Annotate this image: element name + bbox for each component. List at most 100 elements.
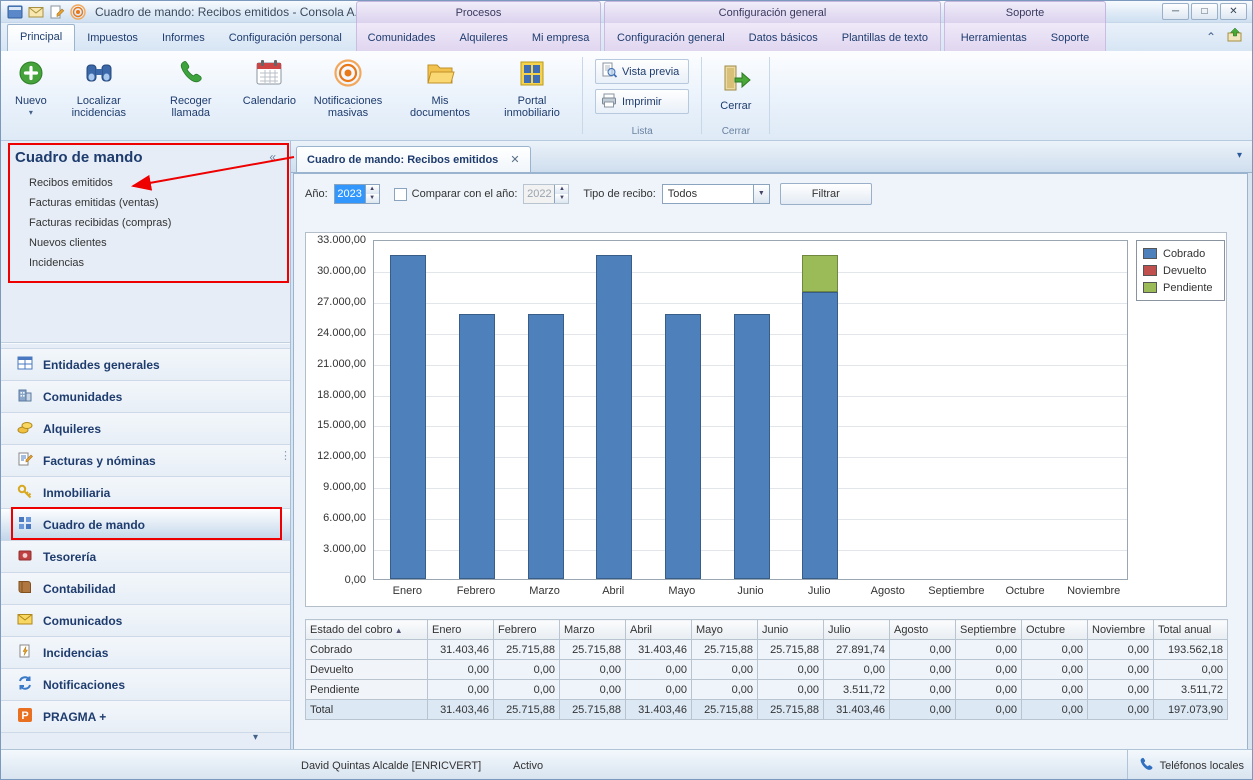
- table-row-total: Total31.403,4625.715,8825.715,8831.403,4…: [306, 700, 1228, 720]
- y-axis-label: 24.000,00: [306, 327, 366, 339]
- year-spinner-arrows[interactable]: ▲ ▼: [365, 185, 379, 203]
- bar-pendiente-julio: [802, 255, 838, 291]
- sidebar-item-comunicados[interactable]: Comunicados: [1, 605, 290, 637]
- mail-shortcut-icon[interactable]: [28, 4, 44, 20]
- x-axis-label: Septiembre: [922, 585, 990, 597]
- statusbar-user: David Quintas Alcalde [ENRICVERT]: [301, 760, 481, 772]
- statusbar-phones[interactable]: Teléfonos locales: [1127, 750, 1244, 780]
- tab-recibos-emitidos[interactable]: Cuadro de mando: Recibos emitidos ✕: [296, 146, 531, 172]
- legend-swatch: [1143, 248, 1157, 259]
- sidebar-item-contabilidad[interactable]: Contabilidad: [1, 573, 290, 605]
- col-header-julio[interactable]: Julio: [824, 620, 890, 640]
- cell: 0,00: [890, 640, 956, 660]
- close-button[interactable]: ✕: [1220, 3, 1247, 20]
- cell: 27.891,74: [824, 640, 890, 660]
- preview-icon: [601, 62, 617, 81]
- maximize-button[interactable]: □: [1191, 3, 1218, 20]
- sidebar-item-pragma[interactable]: PPRAGMA +: [1, 701, 290, 733]
- panel-item-recibos-emitidos[interactable]: Recibos emitidos: [1, 173, 290, 193]
- col-header-agosto[interactable]: Agosto: [890, 620, 956, 640]
- collapse-panel-icon[interactable]: «: [269, 150, 276, 164]
- ribbon-tab-configuracion-personal[interactable]: Configuración personal: [217, 25, 354, 51]
- sidebar-item-notificaciones[interactable]: Notificaciones: [1, 669, 290, 701]
- sidebar-item-inmobiliaria[interactable]: Inmobiliaria: [1, 477, 290, 509]
- spin-up-icon[interactable]: ▲: [366, 185, 379, 194]
- compare-checkbox[interactable]: [394, 188, 407, 201]
- col-header-enero[interactable]: Enero: [428, 620, 494, 640]
- sidebar-item-cuadro-de-mando[interactable]: Cuadro de mando: [1, 509, 290, 541]
- splitter-grip[interactable]: ⋮: [280, 449, 289, 462]
- ribbon-tab-mi-empresa[interactable]: Mi empresa: [520, 25, 601, 51]
- legend-item-pendiente: Pendiente: [1143, 279, 1218, 296]
- col-header-marzo[interactable]: Marzo: [560, 620, 626, 640]
- table-icon: [17, 355, 33, 374]
- sidebar-item-incidencias[interactable]: Incidencias: [1, 637, 290, 669]
- sidebar-overflow-icon[interactable]: ▾: [253, 732, 258, 743]
- pragma-icon: P: [17, 707, 33, 726]
- table-row-cobrado: Cobrado31.403,4625.715,8825.715,8831.403…: [306, 640, 1228, 660]
- broadcast-shortcut-icon[interactable]: [70, 4, 86, 20]
- ribbon-tab-datos-basicos[interactable]: Datos básicos: [737, 25, 830, 51]
- col-header-noviembre[interactable]: Noviembre: [1088, 620, 1154, 640]
- ribbon-button-localizar-incidencias[interactable]: Localizar incidencias: [53, 54, 145, 140]
- col-header-mayo[interactable]: Mayo: [692, 620, 758, 640]
- ribbon-button-portal-inmobiliario[interactable]: Portal inmobiliario: [486, 54, 578, 140]
- tab-list-dropdown-icon[interactable]: ▾: [1237, 150, 1242, 161]
- calendar-icon: [254, 58, 284, 91]
- edit-shortcut-icon[interactable]: [49, 4, 65, 20]
- ribbon-button-calendario[interactable]: Calendario: [237, 54, 302, 140]
- receipt-type-combo[interactable]: Todos ▼: [662, 184, 770, 204]
- sidebar-item-facturas-y-nominas[interactable]: Facturas y nóminas: [1, 445, 290, 477]
- sidebar-item-comunidades[interactable]: Comunidades: [1, 381, 290, 413]
- ribbon-tab-impuestos[interactable]: Impuestos: [75, 25, 150, 51]
- ribbon-tab-alquileres[interactable]: Alquileres: [448, 25, 520, 51]
- vista-previa-button[interactable]: Vista previa: [595, 59, 689, 84]
- cell: 0,00: [1022, 680, 1088, 700]
- compare-year-value: 2022: [524, 185, 554, 203]
- col-header-junio[interactable]: Junio: [758, 620, 824, 640]
- filtrar-button[interactable]: Filtrar: [780, 183, 872, 205]
- cerrar-button[interactable]: Cerrar: [714, 59, 757, 114]
- ribbon-tab-soporte[interactable]: Soporte: [1039, 25, 1102, 51]
- col-header-abril[interactable]: Abril: [626, 620, 692, 640]
- panel-item-incidencias[interactable]: Incidencias: [1, 253, 290, 273]
- legend-item-devuelto: Devuelto: [1143, 262, 1218, 279]
- app-icon[interactable]: [7, 4, 23, 20]
- sidebar-item-alquileres[interactable]: Alquileres: [1, 413, 290, 445]
- open-panel-icon[interactable]: [1226, 27, 1244, 46]
- ribbon-button-recoger-llamada[interactable]: Recoger llamada: [145, 54, 237, 140]
- year-value[interactable]: 2023: [335, 185, 365, 203]
- ribbon-button-mis-documentos[interactable]: Mis documentos: [394, 54, 486, 140]
- ribbon-tab-comunidades[interactable]: Comunidades: [356, 25, 448, 51]
- ribbon-tab-plantillas-de-texto[interactable]: Plantillas de texto: [830, 25, 940, 51]
- ribbon-tab-herramientas[interactable]: Herramientas: [949, 25, 1039, 51]
- ribbon-tab-principal[interactable]: Principal: [7, 24, 75, 51]
- spin-down-icon[interactable]: ▼: [366, 194, 379, 203]
- ribbon-button-nuevo[interactable]: Nuevo▾: [9, 54, 53, 140]
- new-icon: [16, 58, 46, 91]
- col-header-octubre[interactable]: Octubre: [1022, 620, 1088, 640]
- receipt-type-value: Todos: [663, 185, 753, 203]
- x-axis-label: Octubre: [991, 585, 1059, 597]
- ribbon-tab-configuracion-general[interactable]: Configuración general: [605, 25, 737, 51]
- col-header-febrero[interactable]: Febrero: [494, 620, 560, 640]
- col-header-total-anual[interactable]: Total anual: [1154, 620, 1228, 640]
- tab-close-icon[interactable]: ✕: [510, 153, 519, 166]
- panel-item-facturas-emitidas-ventas[interactable]: Facturas emitidas (ventas): [1, 193, 290, 213]
- sidebar-item-tesoreria[interactable]: Tesorería: [1, 541, 290, 573]
- year-spinner[interactable]: 2023 ▲ ▼: [334, 184, 380, 204]
- panel-item-facturas-recibidas-compras[interactable]: Facturas recibidas (compras): [1, 213, 290, 233]
- main-area: Cuadro de mando: Recibos emitidos ✕ ▾ Añ…: [291, 141, 1253, 749]
- invoice-icon: [17, 451, 33, 470]
- collapse-ribbon-icon[interactable]: ⌃: [1206, 28, 1216, 46]
- col-header-estado-del-cobro[interactable]: Estado del cobro ▲: [306, 620, 428, 640]
- combo-dropdown-icon[interactable]: ▼: [753, 185, 769, 203]
- imprimir-button[interactable]: Imprimir: [595, 89, 689, 114]
- ribbon-button-notificaciones-masivas[interactable]: Notificaciones masivas: [302, 54, 394, 140]
- ribbon-tab-informes[interactable]: Informes: [150, 25, 217, 51]
- minimize-button[interactable]: ─: [1162, 3, 1189, 20]
- col-header-septiembre[interactable]: Septiembre: [956, 620, 1022, 640]
- procesos-tabs: ComunidadesAlquileresMi empresa: [356, 23, 601, 51]
- sidebar-item-entidades-generales[interactable]: Entidades generales: [1, 349, 290, 381]
- panel-item-nuevos-clientes[interactable]: Nuevos clientes: [1, 233, 290, 253]
